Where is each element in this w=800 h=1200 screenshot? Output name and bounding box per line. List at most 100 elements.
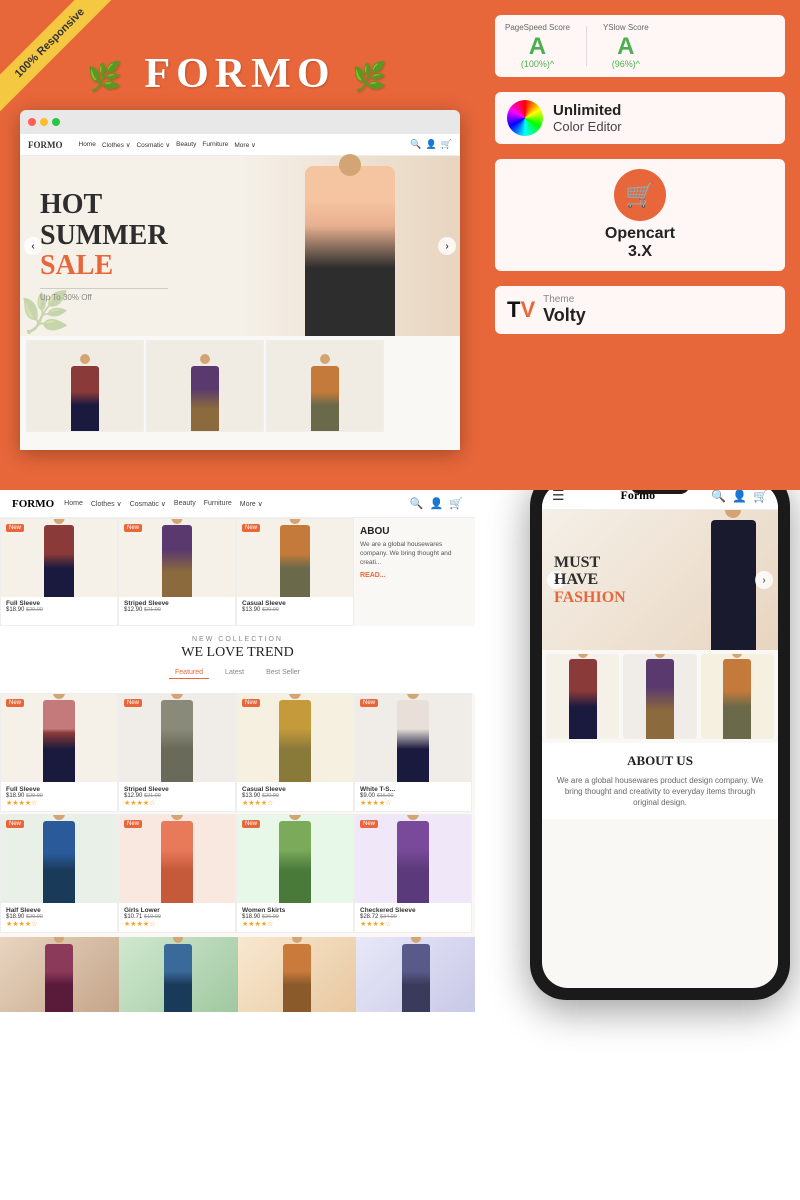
- prod-r2-3: Women Skirts $18.90 $26.00 ★★★★☆ New: [236, 814, 354, 933]
- prod-thumb-3: [266, 340, 384, 432]
- pagespeed-badge: PageSpeed Score A (100%)^: [505, 23, 570, 69]
- store-preview: FORMO Home Clothes ∨ Cosmatic ∨ Beauty F…: [0, 490, 475, 1200]
- tv-theme-text: Theme: [543, 294, 586, 305]
- phone-search-icon[interactable]: 🔍: [711, 490, 726, 503]
- color-wheel-icon: [507, 100, 543, 136]
- wlt-section: New Collection WE LOVE TREND Featured La…: [0, 626, 475, 693]
- fashion-strip: Fashion Guide Not avail...: [0, 937, 475, 1012]
- logo-leaf-right: 🌿: [352, 60, 393, 94]
- phone-hero-text: MUST HAVE FASHION: [542, 544, 638, 617]
- top-section: 100% Responsive 🌿 FORMO 🌿 FORMO Home: [0, 0, 800, 490]
- tab-latest[interactable]: Latest: [219, 667, 250, 679]
- wlt-subtitle: New Collection: [12, 636, 463, 643]
- yslow-label: YSlow Score: [603, 23, 649, 32]
- prod-thumb-1: [26, 340, 144, 432]
- model-head: [339, 154, 361, 176]
- phone-nav-icons: 🔍 👤 🛒: [711, 490, 768, 503]
- search-icon: 🔍: [410, 139, 421, 150]
- hero-line2: SUMMER: [40, 221, 168, 252]
- store-user-icon: 👤: [430, 497, 444, 510]
- store-nav: FORMO Home Clothes ∨ Cosmatic ∨ Beauty F…: [0, 490, 475, 518]
- prod-top-2: Striped Sleeve $12.90 $21.00 New: [118, 518, 236, 626]
- phone-arrow-right[interactable]: ›: [755, 571, 773, 589]
- phone-prod-2: [623, 654, 696, 739]
- prod-r1-2: Striped Sleeve $12.90 $21.00 ★★★★☆ New: [118, 693, 236, 812]
- store-content: FORMO Home Clothes ∨ Cosmatic ∨ Beauty F…: [0, 490, 475, 1012]
- about-partial: ABOU We are a global housewares company.…: [354, 518, 475, 626]
- hero-banner: ‹ HOT SUMMER SALE Up To 30% Off 🌿 ›: [20, 156, 460, 336]
- yslow-percent: (96%)^: [612, 59, 640, 69]
- yslow-badge: YSlow Score A (96%)^: [603, 23, 649, 69]
- fashion-item-2: Not avail...: [119, 937, 238, 1012]
- hamburger-icon[interactable]: ☰: [552, 490, 565, 504]
- tv-logo: TV: [507, 297, 535, 323]
- phone-mockup: ☰ Formo 🔍 👤 🛒 ‹ MUST HAVE FASHION: [530, 490, 790, 1000]
- themevolty-badge: TV Theme Volty: [495, 286, 785, 334]
- phone-about-text: We are a global housewares product desig…: [554, 775, 766, 809]
- color-editor-text: Unlimited Color Editor: [553, 102, 622, 134]
- prod-r1-3: Casual Sleeve $13.90 $20.00 ★★★★☆ New: [236, 693, 354, 812]
- phone-prod-3: [701, 654, 774, 739]
- top-products-row: Full Sleeve $18.90 $29.00 New Striped Sl…: [0, 518, 475, 626]
- opencart-label: Opencart 3.X: [605, 225, 675, 261]
- phone-hero: ‹ MUST HAVE FASHION ›: [542, 510, 778, 650]
- color-editor-sub: Color Editor: [553, 119, 622, 134]
- product-grid-row1: Full Sleeve $18.90 $29.00 ★★★★☆ New Stri…: [0, 693, 475, 812]
- responsive-banner: 100% Responsive: [0, 0, 160, 160]
- phone-hero-line1: MUST: [554, 554, 626, 572]
- prod-top-1: Full Sleeve $18.90 $29.00 New: [0, 518, 118, 626]
- banner-text: 100% Responsive: [13, 6, 87, 80]
- store-nav-icons: 🔍 👤 🛒: [410, 497, 463, 510]
- prod-img-2: [147, 341, 263, 431]
- phone-hero-line2: HAVE: [554, 571, 626, 589]
- prod-thumb-2: [146, 340, 264, 432]
- phone-cart-icon[interactable]: 🛒: [753, 490, 768, 503]
- browser-preview: FORMO Home Clothes ∨ Cosmatic ∨ Beauty F…: [20, 110, 460, 450]
- phone-screen: ☰ Formo 🔍 👤 🛒 ‹ MUST HAVE FASHION: [542, 490, 778, 988]
- opencart-icon: 🛒: [614, 169, 666, 221]
- prod-r1-1: Full Sleeve $18.90 $29.00 ★★★★☆ New: [0, 693, 118, 812]
- wlt-title: WE LOVE TREND: [12, 645, 463, 661]
- cart-icon: 🛒: [441, 139, 452, 150]
- color-editor-badge: Unlimited Color Editor: [495, 92, 785, 144]
- yslow-grade: A: [617, 35, 634, 59]
- phone-products-1: [542, 650, 778, 743]
- prod-top-3: Casual Sleeve $13.90 $20.00 New: [236, 518, 354, 626]
- hero-arrow-right[interactable]: ›: [438, 237, 456, 255]
- store-cart-icon: 🛒: [449, 497, 463, 510]
- tab-featured[interactable]: Featured: [169, 667, 209, 679]
- fashion-item-4: New Arrivals: [356, 937, 475, 1012]
- hero-subtitle: Up To 30% Off: [40, 288, 168, 302]
- phone-about-title: ABOUT US: [554, 753, 766, 769]
- tv-name: Theme Volty: [543, 294, 586, 326]
- hero-text: HOT SUMMER SALE Up To 30% Off: [20, 170, 188, 322]
- pagespeed-percent: (100%)^: [521, 59, 554, 69]
- speed-divider: [586, 26, 587, 66]
- prod-r2-1: Half Sleeve $18.90 $29.00 ★★★★☆ New: [0, 814, 118, 933]
- tab-best-seller[interactable]: Best Seller: [260, 667, 306, 679]
- phone-user-icon[interactable]: 👤: [732, 490, 747, 503]
- prod-r2-2: Girls Lower $10.71 $19.00 ★★★★☆ New: [118, 814, 236, 933]
- mini-nav-icons: 🔍 👤 🛒: [410, 139, 452, 150]
- phone-outer: ☰ Formo 🔍 👤 🛒 ‹ MUST HAVE FASHION: [530, 490, 790, 1000]
- product-thumbnails: [20, 336, 460, 436]
- prod-r1-4: White T-S... $9.00 $16.00 ★★★★☆ New: [354, 693, 472, 812]
- pagespeed-grade: A: [529, 35, 546, 59]
- pagespeed-label: PageSpeed Score: [505, 23, 570, 32]
- opencart-badge: 🛒 Opencart 3.X: [495, 159, 785, 271]
- tv-volty-text: Volty: [543, 305, 586, 326]
- read-more-link[interactable]: READ...: [360, 572, 469, 579]
- hero-image-area: [240, 156, 460, 336]
- prod-r2-4: Checkered Sleeve $28.72 $34.00 ★★★★☆ New: [354, 814, 472, 933]
- fashion-item-3: Collection: [238, 937, 357, 1012]
- user-icon: 👤: [426, 139, 437, 150]
- hero-line1: HOT: [40, 190, 168, 221]
- store-nav-links: Home Clothes ∨ Cosmatic ∨ Beauty Furnitu…: [64, 500, 400, 508]
- about-partial-title: ABOU: [360, 526, 469, 537]
- prod-img-3: [267, 341, 383, 431]
- speed-badges: PageSpeed Score A (100%)^ YSlow Score A …: [495, 15, 785, 77]
- prod-img-1: [27, 341, 143, 431]
- fashion-item-1: Fashion Guide: [0, 937, 119, 1012]
- store-search-icon: 🔍: [410, 497, 424, 510]
- product-grid-row2: Half Sleeve $18.90 $29.00 ★★★★☆ New Girl…: [0, 814, 475, 933]
